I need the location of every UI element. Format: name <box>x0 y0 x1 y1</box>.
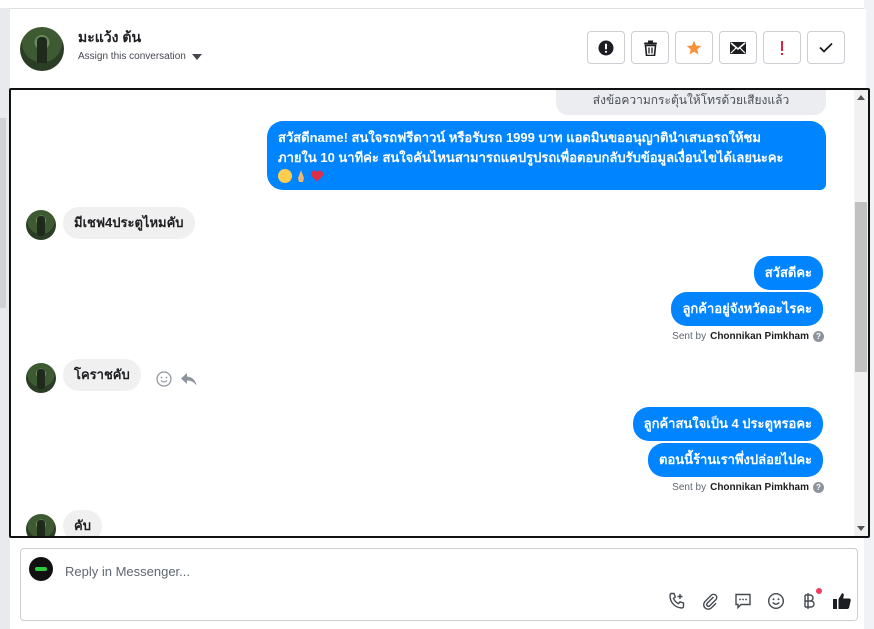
system-notice: ส่งข้อความกระตุ้นให้โทรด้วยเสียงแล้ว <box>556 90 826 115</box>
message-tools <box>156 371 198 387</box>
help-question-icon[interactable]: ? <box>813 482 824 493</box>
greeting-emojis <box>278 169 815 183</box>
agent-message[interactable]: ลูกค้าสนใจเป็น 4 ประตูหรอคะ <box>632 407 823 441</box>
customer-avatar[interactable] <box>26 514 56 536</box>
email-button[interactable] <box>719 31 757 64</box>
agent-message[interactable]: ตอนนี้ร้านเราพึ่งปล่อยไปคะ <box>648 443 823 477</box>
left-scroll-thumb[interactable] <box>0 118 6 308</box>
sent-by-prefix: Sent by <box>672 331 707 342</box>
scroll-down-arrow-icon[interactable] <box>857 526 865 531</box>
star-button[interactable] <box>675 31 713 64</box>
customer-message[interactable]: มีเชฟ4ประตูไหมคับ <box>63 207 195 239</box>
agent-name: Chonnikan Pimkham <box>710 482 809 493</box>
call-button[interactable] <box>667 591 687 611</box>
delete-button[interactable] <box>631 31 669 64</box>
customer-message[interactable]: คับ <box>63 510 102 536</box>
payment-button[interactable] <box>799 588 822 611</box>
exclamation-circle-icon <box>598 40 614 55</box>
exclamation-icon <box>781 40 783 55</box>
smiling-face-with-hearts-emoji-icon <box>278 169 292 183</box>
phone-plus-icon <box>669 592 685 609</box>
sent-by-prefix: Sent by <box>672 482 707 493</box>
smiley-icon <box>767 592 785 610</box>
notification-dot <box>816 588 822 594</box>
sent-by-label: Sent by Chonnikan Pimkham ? <box>672 482 824 493</box>
conversation-actions <box>587 31 845 64</box>
contact-name[interactable]: มะแว้ง ต้น <box>78 27 141 49</box>
agent-message[interactable]: ลูกค้าอยู่จังหวัดอะไรคะ <box>671 292 823 326</box>
customer-avatar[interactable] <box>26 210 56 240</box>
sent-by-label: Sent by Chonnikan Pimkham ? <box>672 331 824 342</box>
folded-hands-emoji-icon <box>298 170 304 182</box>
trash-icon <box>643 40 657 56</box>
mark-done-button[interactable] <box>807 31 845 64</box>
follow-up-button[interactable] <box>763 31 801 64</box>
greeting-line-2: ภายใน 10 นาทีค่ะ สนใจคันไหนสามารถแคปรูปร… <box>278 150 784 165</box>
conversation-header: มะแว้ง ต้น Assign this conversation <box>10 9 866 89</box>
speech-bubble-icon <box>735 593 751 610</box>
customer-message[interactable]: โคราชคับ <box>63 359 141 391</box>
attach-button[interactable] <box>700 591 720 611</box>
reply-box <box>20 548 858 621</box>
agent-message[interactable]: สวัสดีคะ <box>753 256 823 290</box>
envelope-icon <box>730 41 746 54</box>
checkmark-icon <box>819 42 833 53</box>
agent-message-greeting[interactable]: สวัสดีname! สนใจรถฟรีดาวน์ หรือรับรถ 199… <box>267 121 826 190</box>
saved-replies-button[interactable] <box>733 591 753 611</box>
scroll-up-arrow-icon[interactable] <box>857 95 865 100</box>
mark-spam-button[interactable] <box>587 31 625 64</box>
help-question-icon[interactable]: ? <box>813 331 824 342</box>
reply-input[interactable] <box>65 561 765 581</box>
baht-icon <box>804 593 815 609</box>
thread-scrollbar[interactable] <box>854 90 868 536</box>
contact-avatar[interactable] <box>20 27 64 71</box>
thumbs-up-icon <box>833 593 851 609</box>
thread-scroll-thumb[interactable] <box>855 202 867 372</box>
reply-tools <box>667 588 852 611</box>
smiley-reaction-icon[interactable] <box>156 371 172 387</box>
assign-conversation-dropdown[interactable]: Assign this conversation <box>78 51 202 62</box>
greeting-line-1: สวัสดีname! สนใจรถฟรีดาวน์ หรือรับรถ 199… <box>278 130 761 145</box>
star-icon <box>686 40 702 54</box>
red-heart-emoji-icon <box>310 170 324 182</box>
paperclip-icon <box>702 593 718 610</box>
reply-arrow-icon[interactable] <box>180 371 198 387</box>
page-avatar <box>29 557 53 581</box>
emoji-button[interactable] <box>766 591 786 611</box>
like-button[interactable] <box>832 591 852 611</box>
agent-name: Chonnikan Pimkham <box>710 331 809 342</box>
customer-avatar[interactable] <box>26 363 56 393</box>
assign-label: Assign this conversation <box>78 51 186 62</box>
chevron-down-icon <box>191 53 202 60</box>
message-thread[interactable]: ส่งข้อความกระตุ้นให้โทรด้วยเสียงแล้ว สวั… <box>9 88 870 538</box>
